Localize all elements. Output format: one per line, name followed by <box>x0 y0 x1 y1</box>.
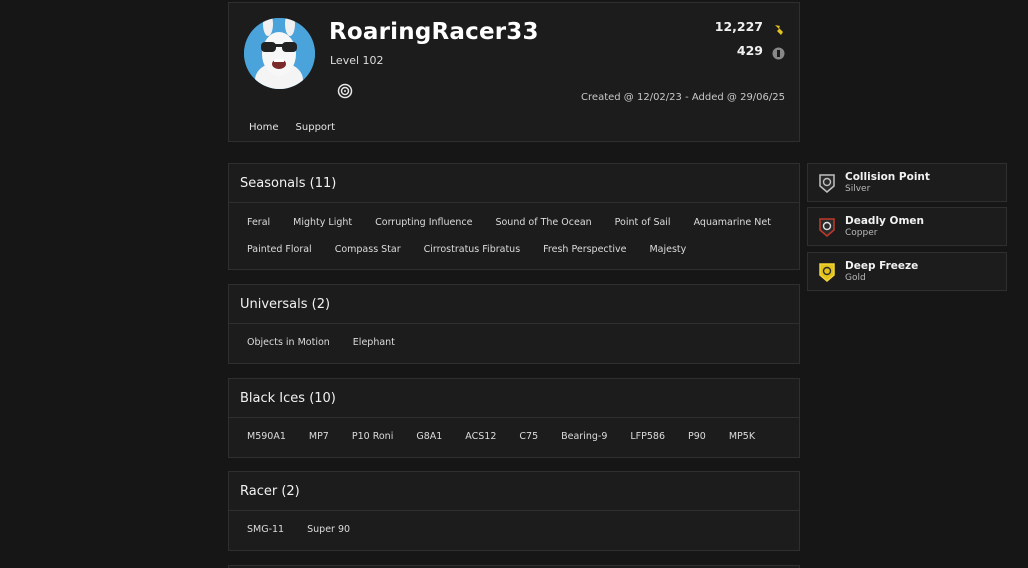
skin-chip[interactable]: Sound of The Ocean <box>488 209 598 236</box>
section-title: Racer (2) <box>229 472 799 511</box>
badge-name: Deadly Omen <box>845 215 925 227</box>
section-title: Seasonals (11) <box>229 164 799 203</box>
profile-card: RoaringRacer33 Level 102 12,227 429 Crea… <box>228 2 800 142</box>
universals-section: Universals (2) Objects in Motion Elephan… <box>228 284 800 364</box>
skin-chip[interactable]: Point of Sail <box>608 209 678 236</box>
skin-chip[interactable]: P10 Roni <box>345 423 400 450</box>
chip-list: SMG-11 Super 90 <box>229 511 799 543</box>
skin-chip[interactable]: Aquamarine Net <box>687 209 778 236</box>
badge-deep-freeze[interactable]: Deep Freeze Gold <box>807 252 1007 291</box>
skin-chip[interactable]: Corrupting Influence <box>368 209 479 236</box>
player-level: Level 102 <box>330 54 384 67</box>
badge-tier: Gold <box>845 273 866 283</box>
avatar <box>244 18 315 89</box>
ubisoft-icon[interactable] <box>337 83 353 99</box>
skin-chip[interactable]: P90 <box>681 423 713 450</box>
racer-section: Racer (2) SMG-11 Super 90 <box>228 471 800 551</box>
section-title: Black Ices (10) <box>229 379 799 418</box>
badge-tier: Silver <box>845 184 871 194</box>
chip-list: Objects in Motion Elephant <box>229 324 799 356</box>
seasonals-section: Seasonals (11) Feral Mighty Light Corrup… <box>228 163 800 270</box>
credits-count: 429 <box>736 43 763 58</box>
skin-chip[interactable]: Mighty Light <box>286 209 359 236</box>
black-ices-section: Black Ices (10) M590A1 MP7 P10 Roni G8A1… <box>228 378 800 458</box>
skin-chip[interactable]: Compass Star <box>328 236 408 263</box>
skin-chip[interactable]: Cirrostratus Fibratus <box>417 236 528 263</box>
nav-home[interactable]: Home <box>249 122 279 133</box>
chip-list: Feral Mighty Light Corrupting Influence … <box>229 203 799 263</box>
silver-badge-icon <box>818 173 836 194</box>
skin-chip[interactable]: G8A1 <box>409 423 449 450</box>
skin-chip[interactable]: Super 90 <box>300 516 357 543</box>
badge-collision-point[interactable]: Collision Point Silver <box>807 163 1007 202</box>
skin-chip[interactable]: Elephant <box>346 329 402 356</box>
badge-name: Deep Freeze <box>845 260 919 272</box>
skin-chip[interactable]: Bearing-9 <box>554 423 614 450</box>
skin-chip[interactable]: MP7 <box>302 423 336 450</box>
badge-tier: Copper <box>845 228 878 238</box>
skin-chip[interactable]: SMG-11 <box>240 516 291 543</box>
skin-chip[interactable]: Objects in Motion <box>240 329 337 356</box>
skin-chip[interactable]: Painted Floral <box>240 236 319 263</box>
profile-nav: Home Support <box>249 122 335 133</box>
badge-name: Collision Point <box>845 171 930 183</box>
badge-deadly-omen[interactable]: Deadly Omen Copper <box>807 207 1007 246</box>
skin-chip[interactable]: M590A1 <box>240 423 293 450</box>
chip-list: M590A1 MP7 P10 Roni G8A1 ACS12 C75 Beari… <box>229 418 799 450</box>
nav-support[interactable]: Support <box>296 122 336 133</box>
copper-badge-icon <box>818 217 836 238</box>
skin-chip[interactable]: ACS12 <box>458 423 503 450</box>
skin-chip[interactable]: MP5K <box>722 423 762 450</box>
skin-chip[interactable]: LFP586 <box>623 423 672 450</box>
renown-icon <box>772 21 785 35</box>
skin-chip[interactable]: Majesty <box>642 236 693 263</box>
username: RoaringRacer33 <box>329 19 539 45</box>
skin-chip[interactable]: Fresh Perspective <box>536 236 633 263</box>
renown-count: 12,227 <box>714 19 763 34</box>
skin-chip[interactable]: Feral <box>240 209 277 236</box>
gold-badge-icon <box>818 262 836 283</box>
r6-credits-icon <box>772 45 785 60</box>
skin-chip[interactable]: C75 <box>512 423 545 450</box>
section-title: Universals (2) <box>229 285 799 324</box>
account-dates: Created @ 12/02/23 - Added @ 29/06/25 <box>581 92 785 103</box>
